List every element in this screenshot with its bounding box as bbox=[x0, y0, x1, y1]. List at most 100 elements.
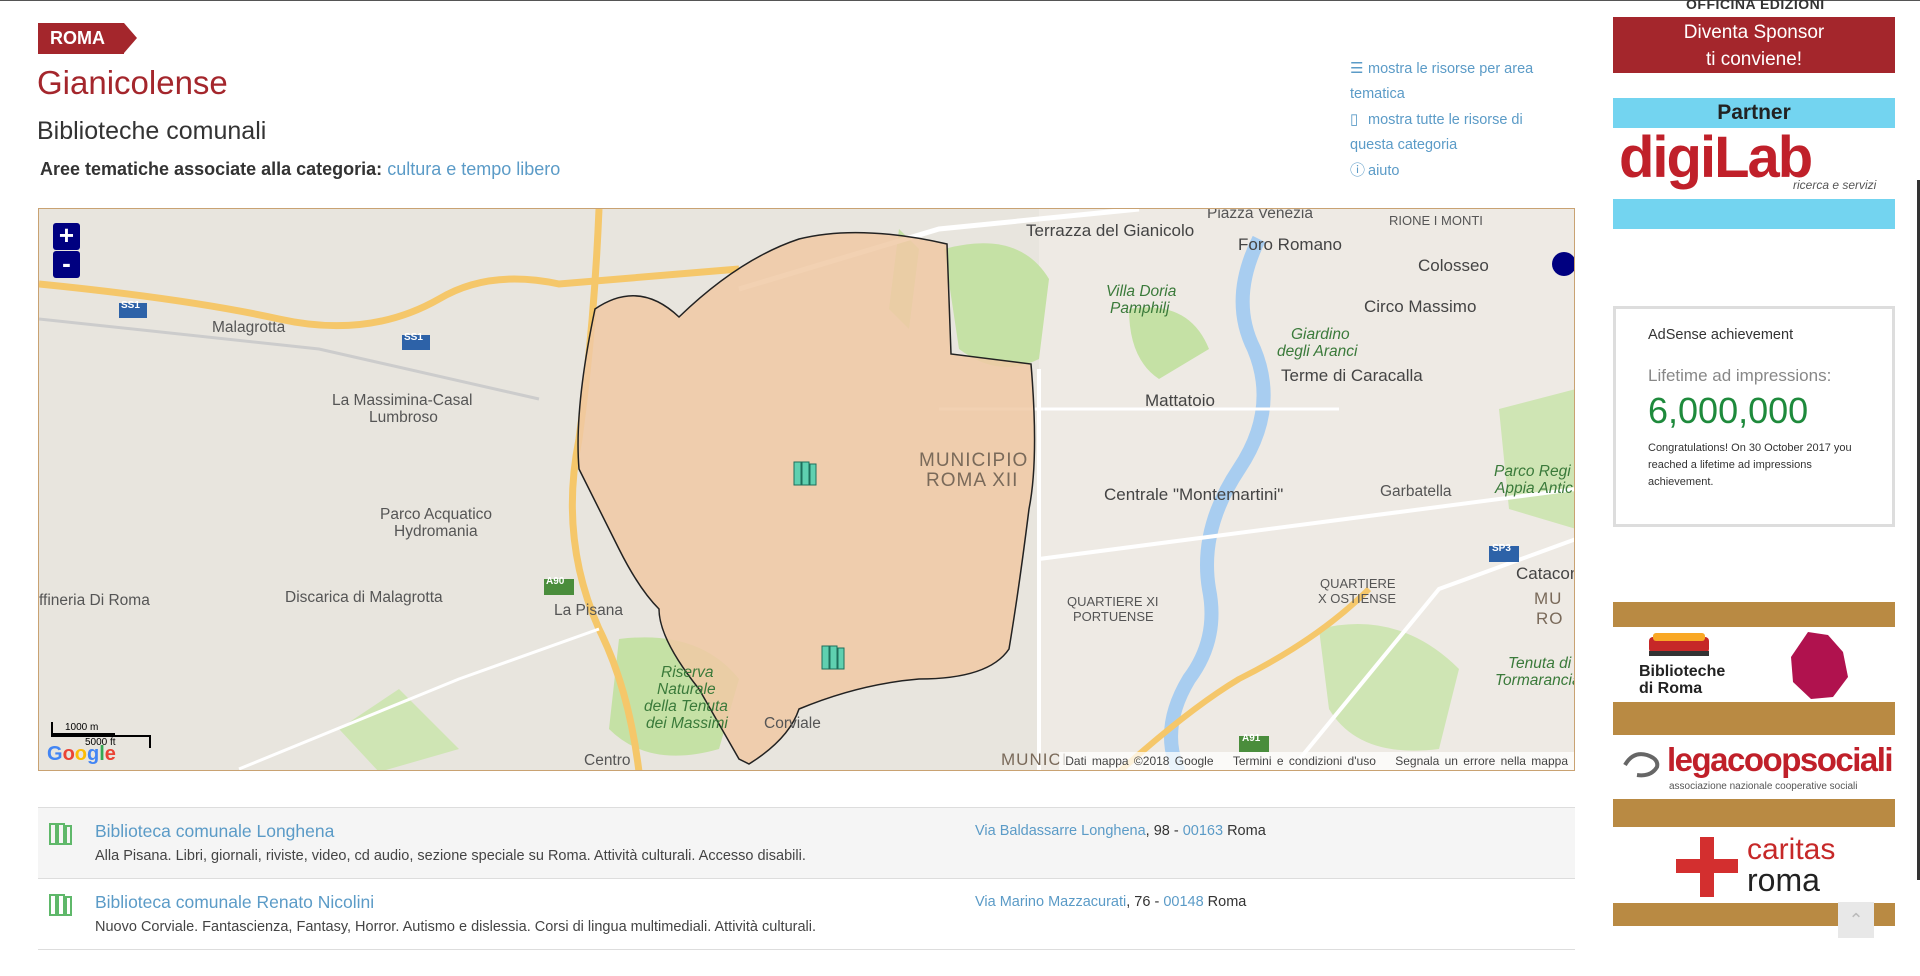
list-item: Biblioteca comunale Renato Nicolini Nuov… bbox=[38, 878, 1575, 949]
partner-box: Partner digiLab ricerca e servizi bbox=[1613, 98, 1895, 229]
adsense-congrats: Congratulations! On 30 October 2017 you … bbox=[1648, 442, 1852, 488]
map-label: La Massimina-Casal bbox=[332, 392, 473, 409]
link-aiuto[interactable]: ⓘ aiuto bbox=[1350, 158, 1570, 184]
map-label: della Tenuta bbox=[644, 698, 728, 715]
map-label: MUNICIPIO bbox=[919, 450, 1029, 471]
scroll-to-top-button[interactable]: ⌃ bbox=[1838, 902, 1874, 938]
map-label: Riserva bbox=[661, 664, 714, 681]
map-label: Lumbroso bbox=[369, 409, 438, 426]
library-marker-longhena[interactable] bbox=[793, 461, 817, 486]
result-address: Via Marino Mazzacurati, 76 - 00148 Roma bbox=[975, 894, 1247, 910]
google-logo: Google bbox=[47, 743, 116, 765]
adsense-label: Lifetime ad impressions: bbox=[1648, 366, 1832, 385]
map-label: ROMA XII bbox=[926, 470, 1019, 491]
result-street-link[interactable]: Via Marino Mazzacurati bbox=[975, 894, 1126, 910]
map-label: degli Aranci bbox=[1277, 343, 1358, 360]
map-label: La Pisana bbox=[554, 602, 623, 619]
legacoop-banner[interactable]: legacoopsociali associazione nazionale c… bbox=[1613, 727, 1895, 827]
info-icon: ⓘ bbox=[1350, 162, 1366, 179]
map-label: Terrazza del Gianicolo bbox=[1026, 221, 1195, 240]
map-label: Villa Doria bbox=[1106, 283, 1177, 300]
result-address: Via Baldassarre Longhena, 98 - 00163 Rom… bbox=[975, 823, 1266, 839]
map-label: RIONE I MONTI bbox=[1389, 213, 1483, 228]
result-cap-link[interactable]: 00148 bbox=[1163, 894, 1203, 910]
map-label: Discarica di Malagrotta bbox=[285, 589, 443, 606]
zoom-out-button[interactable]: - bbox=[53, 250, 80, 278]
rome-map-icon bbox=[1791, 632, 1848, 699]
map-label: Catacom bbox=[1516, 564, 1574, 583]
map[interactable]: + - Malagrotta La Massimina-Casal Lumbro… bbox=[38, 208, 1575, 771]
sponsor-button[interactable]: Diventa Sponsor ti conviene! bbox=[1613, 17, 1895, 73]
breadcrumb-badge[interactable]: ROMA bbox=[38, 23, 138, 54]
map-label: Parco Acquatico bbox=[380, 506, 493, 523]
list-divider bbox=[38, 949, 1575, 950]
map-label: QUARTIERE bbox=[1320, 576, 1396, 591]
page-title: Gianicolense bbox=[37, 64, 228, 101]
adsense-number: 6,000,000 bbox=[1648, 390, 1809, 431]
map-label: Appia Antic bbox=[1495, 480, 1573, 497]
road-shield: SS1 bbox=[404, 332, 423, 343]
map-label: Centro bbox=[584, 752, 631, 769]
library-icon bbox=[49, 823, 72, 845]
map-label: MU bbox=[1534, 589, 1563, 608]
map-label: Piazza Venezia bbox=[1207, 208, 1313, 222]
aree-tematiche: Aree tematiche associate alla categoria:… bbox=[40, 159, 560, 180]
map-label: X OSTIENSE bbox=[1318, 591, 1397, 606]
zoom-in-button[interactable]: + bbox=[53, 222, 80, 250]
map-label: Garbatella bbox=[1380, 483, 1452, 500]
map-label: Pamphilj bbox=[1110, 300, 1170, 317]
map-label: QUARTIERE XI bbox=[1067, 594, 1159, 609]
map-label: Mattatoio bbox=[1145, 391, 1215, 410]
map-label: Naturale bbox=[657, 681, 716, 698]
map-label: PORTUENSE bbox=[1073, 609, 1154, 624]
map-label: Malagrotta bbox=[212, 319, 286, 336]
link-tutte-risorse[interactable]: ▯ mostra tutte le risorse di questa categ… bbox=[1350, 107, 1570, 158]
map-label: Parco Regi bbox=[1494, 463, 1571, 480]
breadcrumb-arrow bbox=[124, 23, 137, 53]
result-cap-link[interactable]: 00163 bbox=[1183, 823, 1223, 839]
books-icon bbox=[1649, 633, 1709, 656]
result-title[interactable]: Biblioteca comunale Longhena bbox=[95, 821, 334, 842]
road-shield: A91 bbox=[1242, 733, 1261, 744]
map-attribution: Dati mappa ©2018 Google Termini e condiz… bbox=[1059, 752, 1574, 770]
result-description: Nuovo Corviale. Fantascienza, Fantasy, H… bbox=[95, 919, 816, 935]
result-description: Alla Pisana. Libri, giornali, riviste, v… bbox=[95, 848, 806, 864]
results-list: Biblioteca comunale Longhena Alla Pisana… bbox=[38, 807, 1575, 950]
map-terms-link[interactable]: Termini e condizioni d'uso bbox=[1233, 754, 1376, 768]
road-shield: A90 bbox=[546, 576, 565, 587]
map-canvas bbox=[39, 209, 1574, 770]
map-icon: ▯ bbox=[1350, 111, 1359, 128]
road-shield: SS1 bbox=[121, 300, 140, 311]
caritas-cross-icon bbox=[1676, 837, 1738, 897]
map-label: Hydromania bbox=[394, 523, 478, 540]
page-subtitle: Biblioteche comunali bbox=[37, 117, 267, 145]
digilab-logo[interactable]: digiLab ricerca e servizi bbox=[1613, 125, 1895, 199]
adsense-heading: AdSense achievement bbox=[1648, 327, 1794, 343]
result-street-link[interactable]: Via Baldassarre Longhena bbox=[975, 823, 1146, 839]
list-icon: ☰ bbox=[1350, 60, 1364, 77]
map-label: Giardino bbox=[1291, 326, 1350, 343]
map-label: Terme di Caracalla bbox=[1281, 366, 1423, 385]
map-copyright: Dati mappa ©2018 Google bbox=[1065, 754, 1214, 768]
road-shield: SP3 bbox=[1492, 543, 1511, 554]
biblioteche-roma-banner[interactable]: Biblioteche di Roma bbox=[1613, 602, 1895, 727]
top-border bbox=[0, 0, 1920, 1]
map-label: RO bbox=[1536, 609, 1564, 628]
right-links: ☰ mostra le risorse per area tematica ▯ mo… bbox=[1350, 56, 1570, 184]
breadcrumb-label: ROMA bbox=[38, 23, 124, 54]
map-report-link[interactable]: Segnala un errore nella mappa bbox=[1395, 754, 1568, 768]
map-label: Centrale "Montemartini" bbox=[1104, 485, 1284, 504]
link-area-tematica[interactable]: ☰ mostra le risorse per area tematica bbox=[1350, 56, 1570, 107]
result-title[interactable]: Biblioteca comunale Renato Nicolini bbox=[95, 892, 374, 913]
map-label: dei Massimi bbox=[646, 715, 728, 732]
map-label: MUNICI bbox=[1001, 750, 1068, 769]
map-label: ffineria Di Roma bbox=[39, 592, 150, 609]
officina-heading: OFFICINA EDIZIONI bbox=[1686, 0, 1825, 12]
map-label: Corviale bbox=[764, 715, 821, 732]
aree-link[interactable]: cultura e tempo libero bbox=[387, 159, 560, 179]
map-label: Circo Massimo bbox=[1364, 297, 1477, 316]
map-label: Tormarancia bbox=[1495, 672, 1575, 689]
legacoop-icon bbox=[1623, 752, 1660, 778]
library-marker-nicolini[interactable] bbox=[821, 645, 845, 670]
map-label: Colosseo bbox=[1418, 256, 1489, 275]
